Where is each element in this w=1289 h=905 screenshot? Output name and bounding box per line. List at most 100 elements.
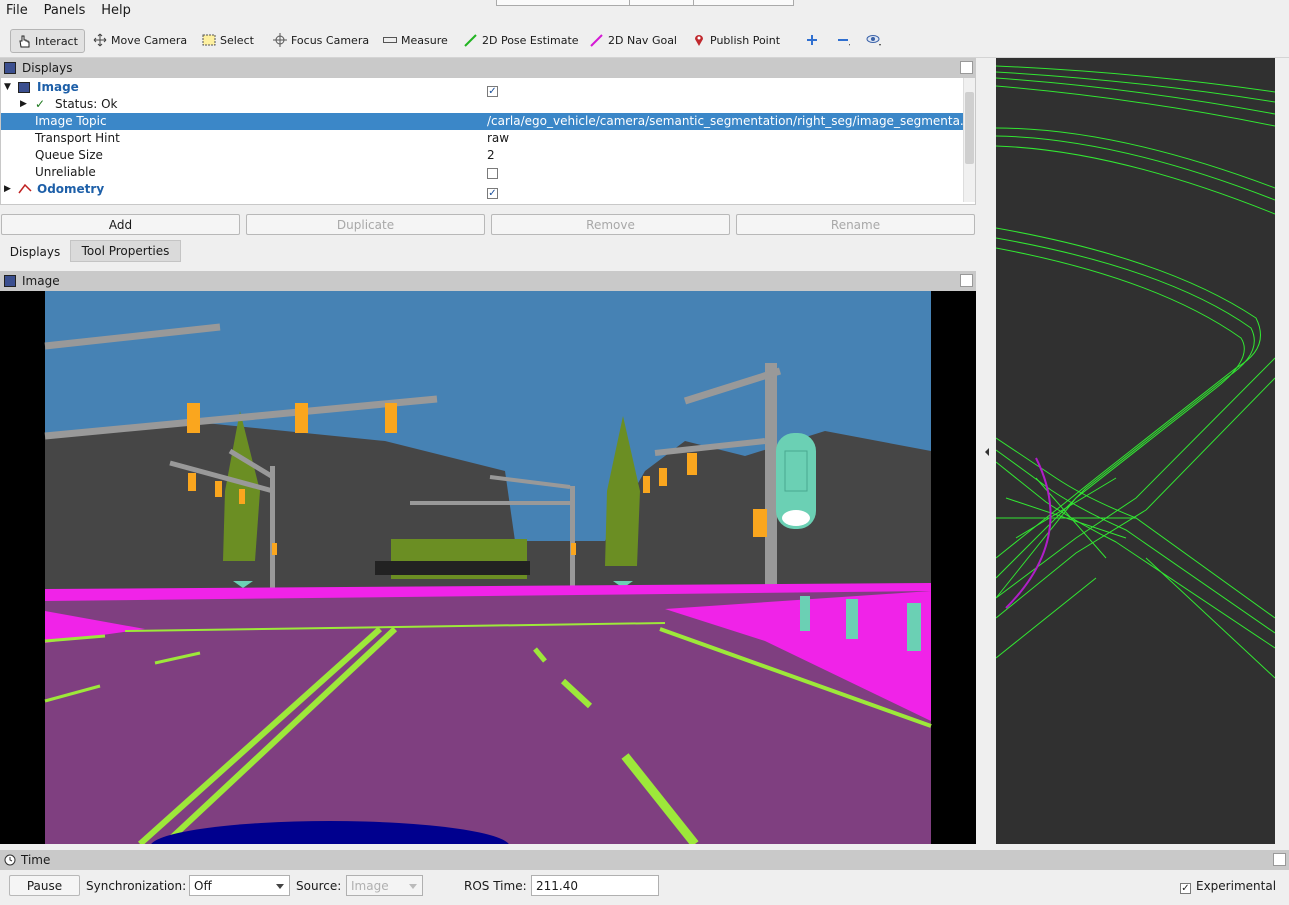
tab-tool-properties[interactable]: Tool Properties [70, 240, 181, 262]
expand-arrow-icon[interactable]: ▶ [4, 181, 11, 198]
time-title-bar: Time [0, 850, 1289, 870]
displays-title: Displays [22, 61, 73, 75]
interact-button[interactable]: Interact [10, 29, 85, 53]
add-button[interactable]: Add [1, 214, 240, 235]
experimental-check[interactable]: ✓ [1180, 883, 1191, 894]
unreliable-checkbox[interactable] [487, 168, 498, 179]
3d-view[interactable] [996, 58, 1275, 844]
focus-camera-label: Focus Camera [291, 33, 370, 47]
tree-row-queue-size[interactable]: Queue Size 2 [1, 147, 963, 164]
ruler-icon [383, 33, 397, 47]
tree-row-odometry[interactable]: ▶ Odometry ✓ [1, 181, 963, 200]
view-options-button[interactable] [866, 29, 881, 51]
display-name-image: Image [37, 80, 79, 94]
source-value: Image [351, 878, 389, 893]
expand-arrow-icon[interactable]: ▶ [20, 96, 27, 113]
menu-panels[interactable]: Panels [38, 0, 92, 18]
minus-icon [836, 33, 851, 47]
sync-select[interactable]: Off [189, 875, 290, 896]
tree-row-transport-hint[interactable]: Transport Hint raw [1, 130, 963, 147]
move-camera-button[interactable]: Move Camera [93, 29, 187, 51]
ros-time-label: ROS Time: [464, 879, 527, 893]
time-panel: Time [0, 850, 1289, 870]
tree-row-image-topic[interactable]: Image Topic /carla/ego_vehicle/camera/se… [1, 113, 971, 130]
interact-label: Interact [35, 34, 78, 48]
segmentation-image [44, 291, 932, 844]
select-box-icon [202, 33, 216, 47]
ros-time-value: 211.40 [536, 878, 578, 893]
time-title: Time [21, 853, 51, 867]
sync-value: Off [194, 878, 212, 893]
hand-icon [17, 34, 31, 48]
tree-row-status[interactable]: ▶ ✓ Status: Ok [1, 96, 963, 113]
displays-title-bar: Displays [0, 58, 976, 78]
ros-time-field[interactable]: 211.40 [531, 875, 659, 896]
move-camera-label: Move Camera [111, 33, 188, 47]
eye-icon [866, 33, 881, 47]
move-icon [93, 33, 107, 47]
image-panel-title: Image [22, 274, 60, 288]
experimental-checkbox[interactable]: ✓ [1180, 880, 1191, 894]
source-select[interactable]: Image [346, 875, 423, 896]
menu-help[interactable]: Help [95, 0, 137, 18]
rename-button[interactable]: Rename [736, 214, 975, 235]
chevron-down-icon [409, 884, 417, 889]
displays-panel: Displays [0, 58, 976, 78]
check-icon: ✓ [35, 97, 46, 111]
map-pin-icon [692, 33, 706, 47]
magenta-arrow-icon [590, 33, 604, 47]
time-undock-button[interactable] [1273, 853, 1286, 866]
transport-hint-value[interactable]: raw [487, 130, 509, 147]
image-panel-icon [4, 275, 16, 287]
splitter-left-arrow-icon[interactable] [984, 446, 990, 456]
image-topic-value[interactable]: /carla/ego_vehicle/camera/semantic_segme… [487, 113, 971, 130]
select-button[interactable]: Select [202, 29, 254, 51]
unreliable-label: Unreliable [35, 165, 96, 179]
publish-point-button[interactable]: Publish Point [692, 29, 780, 51]
chevron-down-icon [276, 884, 284, 889]
green-arrow-icon [464, 33, 478, 47]
measure-button[interactable]: Measure [383, 29, 448, 51]
undock-button[interactable] [960, 61, 973, 74]
select-label: Select [220, 33, 254, 47]
collapse-arrow-icon[interactable]: ▼ [4, 79, 11, 96]
transport-hint-label: Transport Hint [35, 131, 120, 145]
odometry-arrow-icon [17, 181, 33, 200]
menu-file[interactable]: File [0, 0, 34, 18]
scrollbar-thumb[interactable] [965, 92, 974, 164]
image-view[interactable] [0, 291, 976, 844]
nav-goal-button[interactable]: 2D Nav Goal [590, 29, 677, 51]
monitor-icon [4, 62, 16, 74]
add-tool-button[interactable] [805, 29, 819, 51]
image-topic-label: Image Topic [35, 114, 107, 128]
right-dock-strip [1275, 58, 1289, 844]
toolbar: Interact Move Camera Select Focus Camera… [0, 22, 1289, 58]
focus-camera-button[interactable]: Focus Camera [273, 29, 369, 51]
measure-label: Measure [401, 33, 448, 47]
queue-size-label: Queue Size [35, 148, 103, 162]
image-title-bar: Image [0, 271, 976, 291]
experimental-label: Experimental [1196, 879, 1277, 893]
map-render [996, 65, 1275, 679]
image-undock-button[interactable] [960, 274, 973, 287]
duplicate-button[interactable]: Duplicate [246, 214, 485, 235]
tree-row-image[interactable]: ▼ Image ✓ [1, 79, 963, 97]
clock-icon [4, 854, 16, 866]
pose-estimate-label: 2D Pose Estimate [482, 33, 579, 47]
tree-scrollbar[interactable] [963, 78, 975, 202]
plus-icon [805, 33, 819, 47]
queue-size-value[interactable]: 2 [487, 147, 495, 164]
image-display-icon [18, 82, 30, 93]
nav-goal-label: 2D Nav Goal [608, 33, 677, 47]
tree-row-unreliable[interactable]: Unreliable [1, 164, 963, 181]
tab-displays[interactable]: Displays [0, 241, 70, 263]
source-label: Source: [296, 879, 342, 893]
sync-label: Synchronization: [86, 879, 187, 893]
displays-tree: ▼ Image ✓ ▶ ✓ Status: Ok Image Topic /ca… [0, 77, 976, 205]
odometry-enabled-checkbox[interactable]: ✓ [487, 188, 498, 199]
remove-button[interactable]: Remove [491, 214, 730, 235]
publish-point-label: Publish Point [710, 33, 781, 47]
remove-tool-button[interactable] [836, 29, 851, 51]
pause-button[interactable]: Pause [9, 875, 80, 896]
pose-estimate-button[interactable]: 2D Pose Estimate [464, 29, 579, 51]
